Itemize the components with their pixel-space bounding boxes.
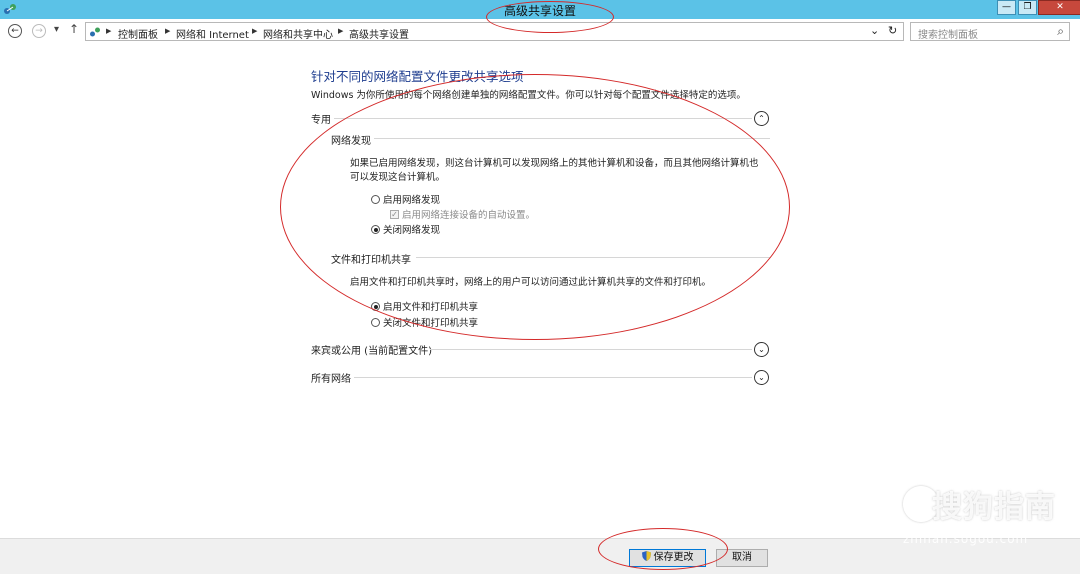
page-description: Windows 为你所使用的每个网络创建单独的网络配置文件。你可以针对每个配置文…: [311, 90, 746, 101]
divider: [374, 138, 770, 139]
breadcrumb-advanced-sharing[interactable]: 高级共享设置: [349, 26, 409, 41]
close-button[interactable]: ✕: [1038, 0, 1080, 15]
divider: [430, 349, 752, 350]
file-sharing-title: 文件和打印机共享: [331, 255, 411, 266]
uac-shield-icon: [641, 551, 651, 561]
address-dropdown-icon[interactable]: ⌄: [870, 24, 879, 37]
title-bar: 高级共享设置 — ❐ ✕: [0, 0, 1080, 19]
profile-guest-public-label: 来宾或公用 (当前配置文件): [311, 346, 432, 357]
divider: [334, 118, 752, 119]
radio-disable-network-discovery[interactable]: [371, 225, 380, 234]
file-sharing-description: 启用文件和打印机共享时，网络上的用户可以访问通过此计算机共享的文件和打印机。: [350, 277, 712, 288]
radio-enable-network-discovery[interactable]: [371, 195, 380, 204]
save-changes-button[interactable]: 保存更改: [629, 549, 706, 567]
search-placeholder: 搜索控制面板: [918, 30, 978, 41]
breadcrumb-separator: ▶: [106, 27, 112, 35]
refresh-icon[interactable]: ↻: [888, 24, 897, 37]
network-discovery-description: 如果已启用网络发现，则这台计算机可以发现网络上的其他计算机和设备，而且其他网络计…: [350, 158, 759, 183]
breadcrumb-network-internet[interactable]: 网络和 Internet: [176, 26, 249, 41]
watermark-url: zhinan.sogou.com: [903, 532, 1029, 546]
breadcrumb-separator: ▶: [338, 27, 344, 35]
search-box[interactable]: 搜索控制面板 ⌕: [910, 22, 1070, 41]
radio-enable-file-sharing[interactable]: [371, 302, 380, 311]
network-discovery-title: 网络发现: [331, 136, 371, 147]
breadcrumb-control-panel[interactable]: 控制面板: [118, 26, 158, 41]
radio-disable-file-sharing[interactable]: [371, 318, 380, 327]
back-button[interactable]: ←: [8, 24, 22, 38]
window-title: 高级共享设置: [503, 4, 576, 18]
breadcrumb-separator: ▶: [252, 27, 258, 35]
option-enable-file-sharing[interactable]: 启用文件和打印机共享: [383, 299, 478, 313]
forward-button[interactable]: →: [32, 24, 46, 38]
restore-button[interactable]: ❐: [1018, 0, 1037, 15]
breadcrumb-network-sharing-center[interactable]: 网络和共享中心: [263, 26, 333, 41]
option-disable-network-discovery[interactable]: 关闭网络发现: [383, 222, 440, 236]
expand-all-networks-icon[interactable]: ⌄: [754, 370, 769, 385]
search-icon[interactable]: ⌕: [1057, 24, 1064, 39]
page-title: 针对不同的网络配置文件更改共享选项: [311, 69, 524, 84]
option-auto-setup[interactable]: 启用网络连接设备的自动设置。: [402, 207, 535, 221]
profile-all-networks-label: 所有网络: [311, 374, 351, 385]
cancel-button[interactable]: 取消: [716, 549, 768, 567]
watermark-brand: 搜狗指南: [932, 490, 1056, 525]
divider: [416, 257, 770, 258]
expand-guest-public-icon[interactable]: ⌄: [754, 342, 769, 357]
recent-locations-dropdown[interactable]: ▾: [54, 24, 59, 35]
collapse-private-icon[interactable]: ⌃: [754, 111, 769, 126]
checkbox-auto-setup[interactable]: ✓: [390, 210, 399, 219]
navigation-bar: ← → ▾ ↑ ▶ 控制面板 ▶ 网络和 Internet ▶ 网络和共享中心 …: [0, 19, 1080, 45]
network-location-icon: [90, 27, 100, 37]
address-bar[interactable]: ▶ 控制面板 ▶ 网络和 Internet ▶ 网络和共享中心 ▶ 高级共享设置…: [85, 22, 904, 41]
option-enable-network-discovery[interactable]: 启用网络发现: [383, 192, 440, 206]
minimize-button[interactable]: —: [997, 0, 1016, 15]
breadcrumb-separator: ▶: [165, 27, 171, 35]
option-disable-file-sharing[interactable]: 关闭文件和打印机共享: [383, 315, 478, 329]
profile-private-label: 专用: [311, 115, 331, 126]
divider: [354, 377, 752, 378]
up-button[interactable]: ↑: [69, 22, 79, 36]
save-changes-label: 保存更改: [653, 552, 694, 563]
